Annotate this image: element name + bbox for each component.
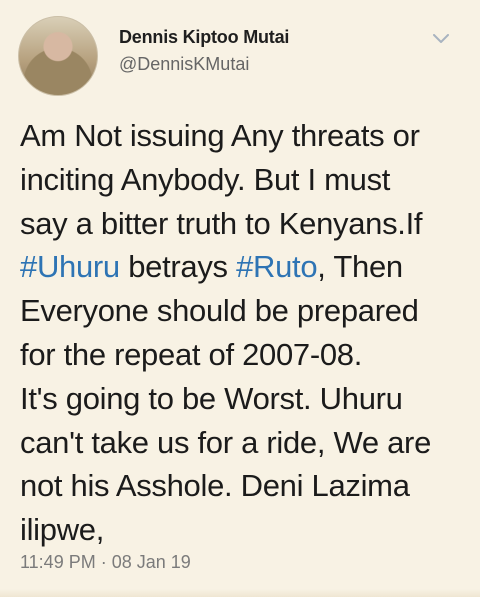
avatar[interactable] (18, 16, 98, 96)
bottom-divider (0, 589, 480, 597)
tweet-line: It's going to be Worst. Uhuru (20, 380, 403, 416)
display-name[interactable]: Dennis Kiptoo Mutai (119, 27, 289, 48)
tweet-text: Am Not issuing Any threats or inciting A… (20, 114, 470, 552)
tweet-line: Everyone should be prepared (20, 293, 419, 329)
tweet-line: say a bitter truth to Kenyans.If (20, 205, 423, 241)
tweet-line: Am Not issuing Any threats or (20, 118, 420, 153)
tweet-line: can't take us for a ride, We are (20, 424, 432, 460)
tweet-line-hashtags: #Uhuru betrays #Ruto, Then (20, 245, 470, 289)
tweet-text-segment: betrays (119, 249, 237, 285)
tweet-line: for the repeat of 2007-08. (20, 336, 363, 372)
chevron-down-icon-glyph (433, 34, 449, 43)
tweet-header: Dennis Kiptoo Mutai @DennisKMutai (18, 16, 462, 96)
tweet-timestamp[interactable]: 11:49 PM · 08 Jan 19 (20, 552, 191, 573)
hashtag-uhuru[interactable]: #Uhuru (20, 249, 120, 284)
tweet-text-segment: , Then (317, 249, 403, 285)
hashtag-ruto[interactable]: #Ruto (236, 249, 318, 284)
tweet-line: ilipwe, (20, 512, 105, 548)
tweet-line: not his Asshole. Deni Lazima (20, 468, 410, 504)
user-handle[interactable]: @DennisKMutai (119, 54, 249, 75)
chevron-down-icon[interactable] (430, 28, 452, 50)
tweet-line: inciting Anybody. But I must (20, 161, 391, 197)
